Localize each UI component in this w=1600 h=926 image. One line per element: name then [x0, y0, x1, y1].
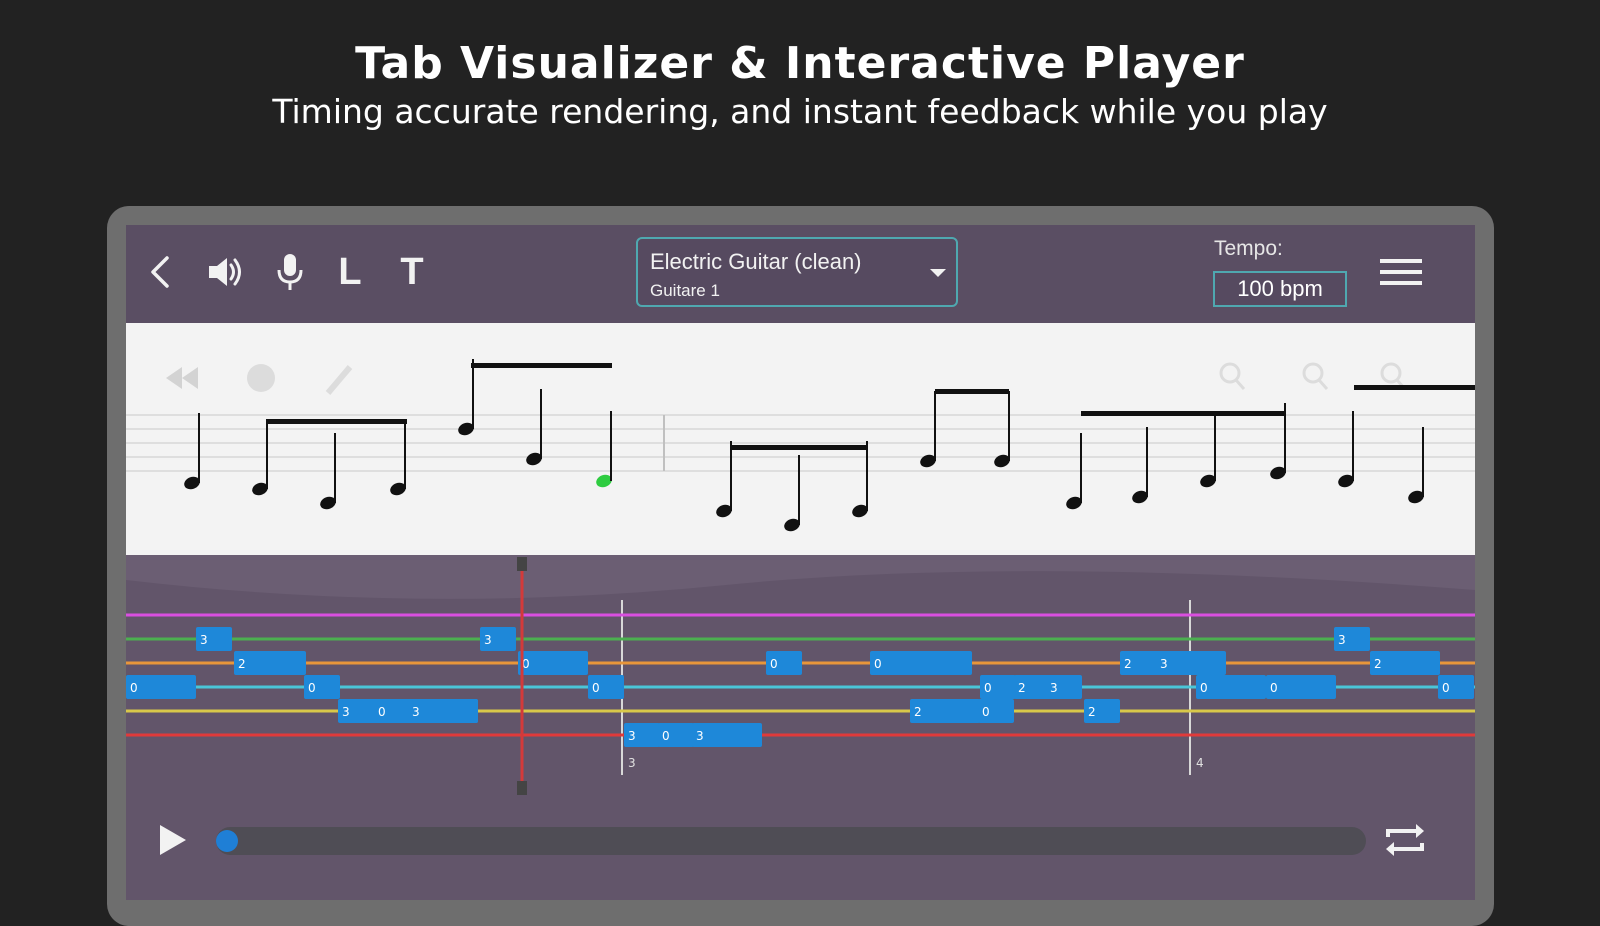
notation-staff: [126, 323, 1475, 555]
zoom-in-icon[interactable]: [1219, 362, 1246, 390]
notation-notes: [184, 359, 1475, 532]
instrument-name: Electric Guitar (clean): [650, 249, 862, 274]
tab-note-fret: 3: [696, 729, 704, 743]
tab-note-fret: 3: [1338, 633, 1346, 647]
tab-note-fret: 2: [1088, 705, 1096, 719]
background-wave: [126, 555, 1475, 599]
top-toolbar: L T Electric Guitar (clean) Guitare 1 Te…: [126, 225, 1475, 323]
page-subtitle: Timing accurate rendering, and instant f…: [272, 92, 1328, 131]
pencil-icon[interactable]: [325, 365, 353, 395]
playhead-top-handle[interactable]: [517, 557, 527, 571]
chevron-down-icon: [930, 269, 946, 277]
progress-track[interactable]: [216, 827, 1366, 855]
tab-note-fret: 0: [662, 729, 670, 743]
tab-note-fret: 3: [484, 633, 492, 647]
tab-note-fret: 3: [200, 633, 208, 647]
playhead-bottom-handle[interactable]: [517, 781, 527, 795]
tab-note-fret: 0: [984, 681, 992, 695]
palette-icon[interactable]: [247, 364, 275, 392]
note-beam: [935, 389, 1009, 394]
measure-number: 4: [1196, 756, 1204, 770]
tab-note-fret: 0: [982, 705, 990, 719]
note-beam: [731, 445, 867, 450]
tab-note-fret: 0: [1270, 681, 1278, 695]
tab-note-fret: 2: [1018, 681, 1026, 695]
progress-handle[interactable]: [216, 830, 238, 852]
microphone-icon[interactable]: [268, 247, 312, 297]
zoom-out-icon[interactable]: [1302, 362, 1329, 390]
measure-number: 3: [628, 756, 636, 770]
play-icon[interactable]: [152, 820, 192, 860]
tab-note-fret: 0: [592, 681, 600, 695]
tab-note-fret: 0: [308, 681, 316, 695]
tab-note-fret: 0: [770, 657, 778, 671]
tab-note-fret: 0: [874, 657, 882, 671]
note-beam: [471, 363, 612, 368]
page-title: Tab Visualizer & Interactive Player: [355, 38, 1245, 89]
tempo-label: Tempo:: [1214, 237, 1283, 260]
tab-note-fret: 2: [1124, 657, 1132, 671]
tab-note-fret: 3: [628, 729, 636, 743]
track-name: Guitare 1: [650, 281, 720, 300]
note-beam: [1354, 385, 1475, 390]
tab-note[interactable]: [870, 651, 972, 675]
tab-note-fret: 2: [914, 705, 922, 719]
tempo-input[interactable]: 100 bpm: [1213, 271, 1347, 307]
back-icon[interactable]: [138, 247, 182, 297]
letter-l-button[interactable]: L: [328, 247, 372, 297]
tab-note-fret: 0: [378, 705, 386, 719]
menu-icon[interactable]: [1376, 247, 1426, 297]
tab-visualizer: 343200303300303000202322300320: [126, 555, 1475, 805]
repeat-icon[interactable]: [1380, 815, 1430, 865]
tab-note-fret: 3: [412, 705, 420, 719]
app-screen: L T Electric Guitar (clean) Guitare 1 Te…: [126, 225, 1475, 900]
tab-note-fret: 0: [1200, 681, 1208, 695]
tab-note-fret: 2: [238, 657, 246, 671]
instrument-dropdown[interactable]: Electric Guitar (clean) Guitare 1: [636, 237, 958, 307]
note-beam: [1081, 411, 1284, 416]
tab-note-fret: 2: [1374, 657, 1382, 671]
tab-note-fret: 3: [1160, 657, 1168, 671]
transport-bar: [126, 805, 1475, 900]
letter-t-button[interactable]: T: [390, 247, 434, 297]
tab-note-fret: 3: [1050, 681, 1058, 695]
note-beam: [267, 419, 407, 424]
rewind-icon[interactable]: [166, 367, 198, 389]
tab-note-fret: 0: [1442, 681, 1450, 695]
tab-note-fret: 0: [130, 681, 138, 695]
speaker-icon[interactable]: [203, 247, 247, 297]
tab-note-fret: 3: [342, 705, 350, 719]
